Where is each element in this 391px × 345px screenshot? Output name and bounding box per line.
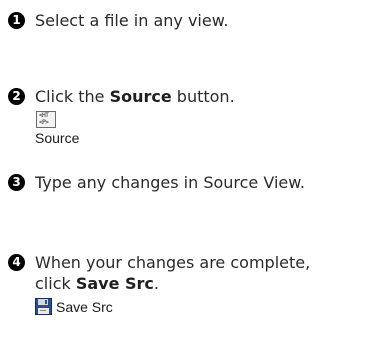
step-1-text: Select a file in any view.: [35, 11, 229, 30]
step-2-text: Click the Source button.: [35, 86, 387, 107]
step-4-text-post: .: [153, 274, 160, 293]
html-source-icon-text-bottom: <P>: [39, 119, 49, 126]
step-number-4: 4: [8, 254, 25, 271]
step-4-text: When your changes are complete, click Sa…: [35, 252, 387, 294]
save-src-button[interactable]: Save Src: [35, 298, 387, 315]
step-number-2: 2: [8, 88, 25, 105]
html-source-icon[interactable]: <HT <P>: [36, 111, 56, 128]
step-4-text-bold: Save Src: [75, 274, 154, 293]
step-1: 1 Select a file in any view.: [8, 10, 387, 31]
step-2-text-post: button.: [171, 87, 235, 106]
step-4-text-line1: When your changes are complete,: [35, 253, 311, 272]
step-number-1: 1: [8, 12, 25, 29]
step-3-text: Type any changes in Source View.: [35, 173, 305, 192]
floppy-disk-icon: [35, 298, 52, 315]
step-4: 4 When your changes are complete, click …: [8, 252, 387, 315]
step-4-text-line2: click Save Src.: [35, 273, 387, 294]
step-number-3: 3: [8, 174, 25, 191]
source-button-label[interactable]: Source: [35, 130, 387, 146]
save-src-label: Save Src: [56, 298, 113, 315]
step-2-text-bold: Source: [109, 87, 172, 106]
step-2: 2 Click the Source button. <HT <P> Sourc…: [8, 86, 387, 146]
step-2-text-pre: Click the: [35, 87, 110, 106]
step-3: 3 Type any changes in Source View.: [8, 172, 387, 193]
step-4-text-pre: click: [35, 274, 76, 293]
